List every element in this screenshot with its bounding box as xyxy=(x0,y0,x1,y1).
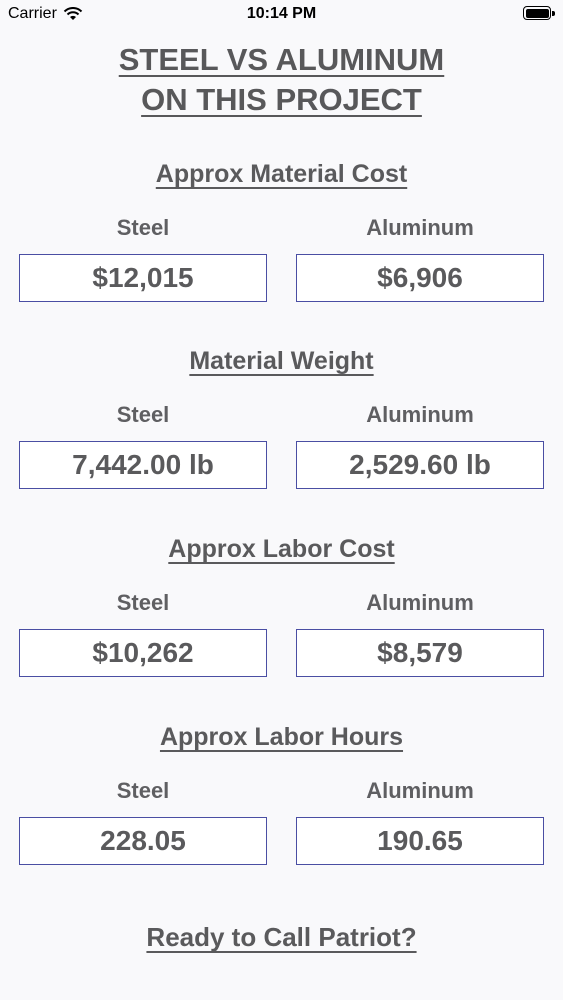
labor-hours-section: Approx Labor Hours Steel Aluminum 228.05… xyxy=(0,720,563,865)
steel-value-box: $10,262 xyxy=(19,629,267,677)
steel-value-box: 7,442.00 lb xyxy=(19,441,267,489)
aluminum-value-box: $6,906 xyxy=(296,254,544,302)
labor-cost-section: Approx Labor Cost Steel Aluminum $10,262… xyxy=(0,532,563,677)
steel-label: Steel xyxy=(116,402,170,427)
material-cost-section: Approx Material Cost Steel Aluminum $12,… xyxy=(0,157,563,302)
material-weight-section: Material Weight Steel Aluminum 7,442.00 … xyxy=(0,344,563,489)
page-title-line1: STEEL VS ALUMINUM xyxy=(118,42,445,77)
aluminum-label: Aluminum xyxy=(366,215,474,240)
section-heading: Approx Labor Cost xyxy=(168,535,395,563)
aluminum-value-box: $8,579 xyxy=(296,629,544,677)
steel-label: Steel xyxy=(116,778,170,803)
section-heading: Approx Material Cost xyxy=(155,160,408,188)
status-bar: Carrier 10:14 PM xyxy=(0,0,563,30)
aluminum-label: Aluminum xyxy=(366,402,474,427)
page-title: STEEL VS ALUMINUM ON THIS PROJECT xyxy=(0,40,563,120)
aluminum-label: Aluminum xyxy=(366,778,474,803)
aluminum-value-box: 190.65 xyxy=(296,817,544,865)
aluminum-label: Aluminum xyxy=(366,590,474,615)
section-heading: Material Weight xyxy=(189,347,374,375)
steel-value-box: $12,015 xyxy=(19,254,267,302)
call-patriot-link[interactable]: Ready to Call Patriot? xyxy=(0,922,563,953)
steel-label: Steel xyxy=(116,215,170,240)
status-time: 10:14 PM xyxy=(246,5,317,22)
battery-icon xyxy=(523,6,555,20)
section-heading: Approx Labor Hours xyxy=(159,723,404,751)
steel-value-box: 228.05 xyxy=(19,817,267,865)
page-title-line2: ON THIS PROJECT xyxy=(141,82,422,117)
aluminum-value-box: 2,529.60 lb xyxy=(296,441,544,489)
steel-label: Steel xyxy=(116,590,170,615)
